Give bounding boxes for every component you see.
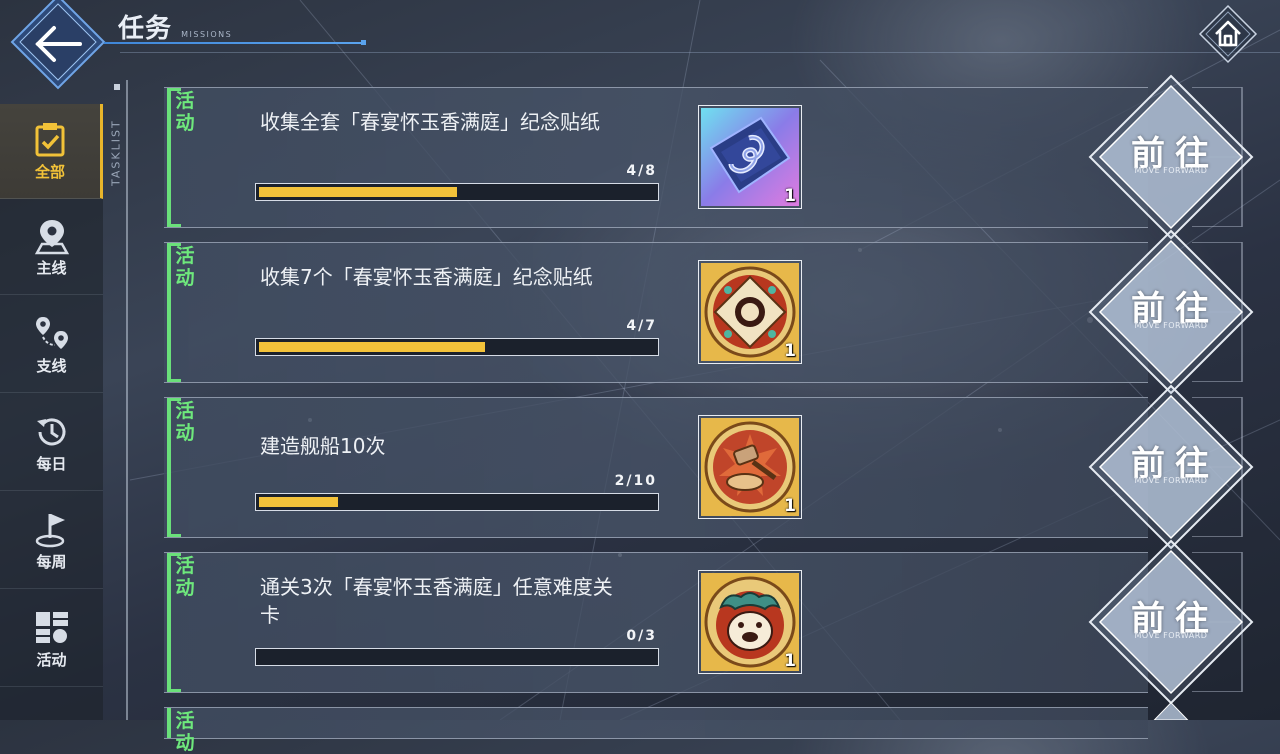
mission-row: 活动 收集全套「春宴怀玉香满庭」纪念贴纸 4/8 1 (164, 87, 1148, 228)
reward-item[interactable]: 1 (698, 570, 802, 674)
mission-progress-text: 2/10 (614, 473, 657, 489)
go-button[interactable]: 前往 MOVE FORWARD (1086, 72, 1256, 242)
sidebar-item-event[interactable]: 活动 (0, 592, 103, 687)
go-button[interactable]: 前往 MOVE FORWARD (1086, 227, 1256, 397)
title-underline (104, 40, 366, 45)
sidebar-item-label: 主线 (36, 258, 67, 277)
mission-accent-bar (167, 708, 171, 738)
mission-accent-cap (167, 224, 181, 227)
route-icon (35, 316, 68, 349)
sidebar-item-all[interactable]: 全部 (0, 104, 103, 199)
mission-tag: 活动 (175, 245, 195, 289)
mission-progress-bar (255, 183, 659, 201)
go-button-sublabel: MOVE FORWARD (1134, 321, 1208, 330)
mission-row: 活动 建造舰船10次 2/10 1 (164, 397, 1148, 538)
mission-description: 通关3次「春宴怀玉香满庭」任意难度关卡 (260, 575, 613, 627)
page-title-text: 任务 (118, 14, 173, 44)
go-button-sublabel: MOVE FORWARD (1134, 166, 1208, 175)
mission-accent-cap (167, 534, 181, 537)
back-button[interactable] (8, 0, 108, 92)
reward-item[interactable]: 1 (698, 260, 802, 364)
go-button-sublabel: MOVE FORWARD (1134, 631, 1208, 640)
flag-icon (35, 513, 65, 547)
sidebar-item-side[interactable]: 支线 (0, 298, 103, 393)
mission-row: 活动 收集7个「春宴怀玉香满庭」纪念贴纸 4/7 1 (164, 242, 1148, 383)
header-divider (120, 52, 1280, 53)
home-button[interactable] (1198, 4, 1258, 64)
reward-item[interactable]: 1 (698, 415, 802, 519)
tasklist-label: TASKLIST (109, 119, 123, 186)
mission-progress-text: 4/8 (626, 163, 657, 179)
reward-quantity: 1 (784, 341, 796, 361)
sidebar-item-label: 每周 (36, 552, 67, 571)
mission-accent-bar (167, 243, 171, 382)
mission-accent-bar (167, 553, 171, 692)
mission-tag: 活动 (175, 90, 195, 134)
mission-row: 活动 通关3次「春宴怀玉香满庭」任意难度关卡 0/3 1 (164, 552, 1148, 693)
page-title: 任务 MISSIONS (118, 8, 232, 45)
mission-tag: 活动 (175, 710, 195, 754)
sidebar-item-label: 活动 (36, 650, 67, 669)
go-button[interactable]: 前往 MOVE FORWARD (1086, 537, 1256, 707)
page-subtitle: MISSIONS (181, 30, 233, 39)
go-button[interactable]: 前往 MOVE FORWARD (1086, 382, 1256, 552)
progress-fill (259, 342, 485, 352)
sidebar: 全部 主线 支线 每日 每周 活动 (0, 104, 103, 720)
mission-accent-bar (167, 398, 171, 537)
sidebar-item-label: 每日 (36, 454, 67, 473)
reward-item[interactable]: 1 (698, 105, 802, 209)
map-pin-icon (34, 219, 69, 254)
mission-accent-cap (167, 689, 181, 692)
mission-row: 活动 (164, 707, 1148, 754)
mission-tag: 活动 (175, 400, 195, 444)
mission-progress-bar (255, 338, 659, 356)
mission-progress-bar (255, 648, 659, 666)
mission-tag: 活动 (175, 555, 195, 599)
activity-grid-icon (35, 611, 68, 643)
go-button-sublabel: MOVE FORWARD (1134, 476, 1208, 485)
clock-history-icon (36, 417, 65, 445)
mission-progress-bar (255, 493, 659, 511)
sidebar-item-weekly[interactable]: 每周 (0, 494, 103, 589)
go-button-partial[interactable] (1086, 700, 1256, 720)
mission-progress-text: 4/7 (626, 318, 657, 334)
clipboard-check-icon (35, 122, 65, 156)
sidebar-item-main[interactable]: 主线 (0, 200, 103, 295)
progress-fill (259, 187, 457, 197)
sidebar-item-label: 支线 (36, 356, 67, 375)
reward-quantity: 1 (784, 496, 796, 516)
tasklist-rail (126, 80, 128, 720)
mission-progress-text: 0/3 (626, 628, 657, 644)
mission-accent-bar (167, 88, 171, 227)
mission-description: 建造舰船10次 (260, 434, 386, 458)
sidebar-item-label: 全部 (34, 162, 65, 181)
reward-quantity: 1 (784, 186, 796, 206)
tasklist-marker (114, 84, 120, 90)
mission-description: 收集7个「春宴怀玉香满庭」纪念贴纸 (260, 265, 593, 289)
progress-fill (259, 497, 338, 507)
mission-accent-cap (167, 379, 181, 382)
sidebar-item-daily[interactable]: 每日 (0, 396, 103, 491)
mission-description: 收集全套「春宴怀玉香满庭」纪念贴纸 (260, 110, 600, 134)
reward-quantity: 1 (784, 651, 796, 671)
